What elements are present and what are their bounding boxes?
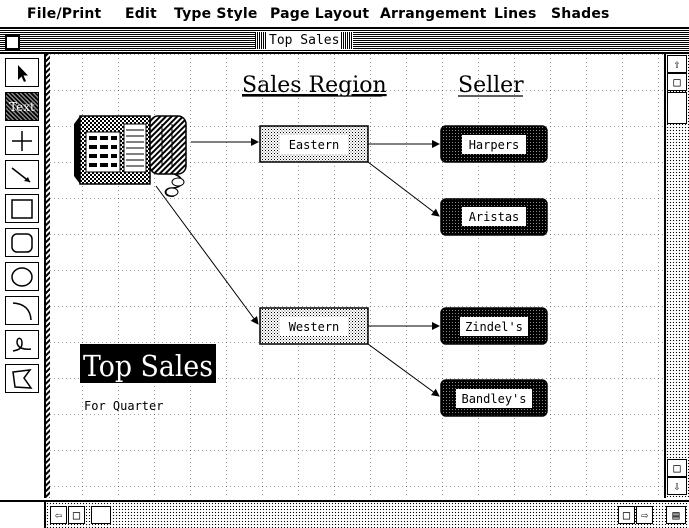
rounded-rectangle-tool[interactable] <box>5 228 39 257</box>
horizontal-scroll-thumb[interactable] <box>91 506 111 524</box>
page-down-icon[interactable]: □ <box>667 459 687 477</box>
arrow-pointer-icon <box>18 64 28 82</box>
left-arrow-icon[interactable]: ⇦ <box>50 506 67 524</box>
right-arrow-icon[interactable]: ⇨ <box>636 506 653 524</box>
oval-icon <box>11 266 33 287</box>
close-box[interactable] <box>5 35 20 50</box>
down-arrow-icon[interactable]: ⇩ <box>667 477 687 495</box>
text-icon: Text <box>9 99 35 114</box>
freehand-tool[interactable] <box>5 330 39 359</box>
menu-lines[interactable]: Lines <box>494 6 537 22</box>
tool-palette: Text <box>0 54 46 498</box>
page-left-icon[interactable]: □ <box>68 506 85 524</box>
seller-label-zindels: Zindel's <box>465 320 523 334</box>
seller-label-bandleys: Bandley's <box>461 392 526 406</box>
seller-label-aristas: Aristas <box>469 210 520 224</box>
crosshair-tool[interactable] <box>5 126 39 155</box>
macdraw-screen: File/Print Edit Type Style Page Layout A… <box>0 0 689 528</box>
seller-box-aristas[interactable]: Aristas <box>440 198 548 236</box>
column-header-seller[interactable]: Seller <box>458 73 524 98</box>
vertical-scroll-thumb[interactable] <box>667 92 687 124</box>
polygon-tool[interactable] <box>5 364 39 393</box>
bottom-left-corner <box>0 500 46 528</box>
arc-icon <box>12 301 32 320</box>
window-title: Top Sales <box>255 32 354 49</box>
rounded-rectangle-icon <box>11 232 33 253</box>
menu-edit[interactable]: Edit <box>125 6 157 22</box>
menu-file-print[interactable]: File/Print <box>27 6 101 22</box>
seller-box-harpers[interactable]: Harpers <box>440 125 548 163</box>
up-arrow-icon[interactable]: ⇧ <box>667 55 687 73</box>
rectangle-tool[interactable] <box>5 194 39 223</box>
seller-box-zindels[interactable]: Zindel's <box>440 307 548 345</box>
region-label-western: Western <box>289 320 340 334</box>
arrow-tool[interactable] <box>5 58 39 87</box>
crosshair-icon <box>12 130 32 151</box>
menu-arrangement[interactable]: Arrangement <box>380 6 487 22</box>
region-label-eastern: Eastern <box>289 138 340 152</box>
seller-box-bandleys[interactable]: Bandley's <box>440 379 548 417</box>
freehand-icon <box>12 337 32 352</box>
line-tool[interactable] <box>5 160 39 189</box>
menu-page-layout[interactable]: Page Layout <box>270 6 369 22</box>
region-box-eastern[interactable]: Eastern <box>259 125 369 163</box>
seller-label-harpers: Harpers <box>469 138 520 152</box>
menu-shades[interactable]: Shades <box>551 6 610 22</box>
polygon-icon <box>12 368 33 389</box>
vertical-scrollbar[interactable]: ⇧ □ □ ⇩ <box>664 54 689 498</box>
horizontal-scrollbar[interactable]: ⇦ □ □ ⇨ ▤ <box>46 500 689 528</box>
text-tool[interactable]: Text <box>5 92 39 121</box>
menu-bar: File/Print Edit Type Style Page Layout A… <box>0 0 689 29</box>
line-icon <box>11 166 31 183</box>
rectangle-icon <box>11 198 33 219</box>
region-box-western[interactable]: Western <box>259 307 369 345</box>
page-right-icon[interactable]: □ <box>618 506 635 524</box>
window-title-label: Top Sales <box>261 32 348 49</box>
oval-tool[interactable] <box>5 262 39 291</box>
drawing-svg: Sales Region Seller Eastern Western Harp… <box>46 54 664 498</box>
page-up-icon[interactable]: □ <box>667 73 687 91</box>
arc-tool[interactable] <box>5 296 39 325</box>
window-title-bar[interactable]: Top Sales <box>0 29 689 54</box>
page-edge <box>46 54 50 498</box>
menu-type-style[interactable]: Type Style <box>174 6 258 22</box>
drawing-canvas[interactable]: Sales Region Seller Eastern Western Harp… <box>46 54 664 498</box>
grow-box-icon[interactable]: ▤ <box>666 506 686 524</box>
big-title[interactable]: Top Sales <box>83 349 213 383</box>
subtitle-for-quarter[interactable]: For Quarter <box>84 399 163 413</box>
column-header-sales-region[interactable]: Sales Region <box>242 73 387 98</box>
